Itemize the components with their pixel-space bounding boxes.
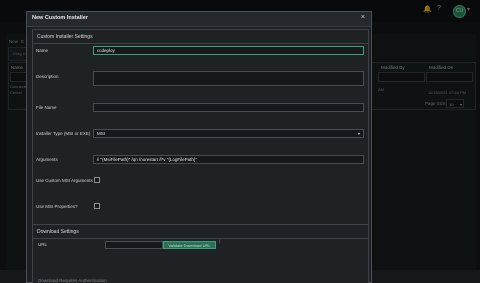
section-divider — [33, 43, 368, 44]
section-title: Custom Installer Settings — [37, 34, 93, 40]
msi-properties-checkbox[interactable] — [94, 203, 100, 209]
download-auth-label: Download Requires Authentication — [38, 278, 107, 283]
custom-msi-arguments-label: Use Custom MSI Arguments — [36, 178, 93, 183]
installer-type-select[interactable]: MSI ▾ — [93, 129, 364, 138]
download-settings-section: Download Settings URL Validate Download … — [32, 224, 369, 283]
description-label: Description — [36, 74, 59, 79]
msi-properties-label: Use MSI Properties? — [36, 204, 78, 209]
custom-installer-settings-section: Custom Installer Settings Name ccdeploy … — [32, 29, 369, 227]
close-icon[interactable]: × — [361, 14, 365, 21]
modal-title: New Custom Installer — [32, 15, 88, 21]
name-label: Name — [36, 48, 49, 53]
new-custom-installer-modal: New Custom Installer × Custom Installer … — [26, 11, 372, 283]
required-indicator: ! — [219, 240, 221, 246]
chevron-down-icon: ▾ — [357, 131, 360, 136]
section-title: Download Settings — [37, 229, 79, 235]
validate-url-button[interactable]: Validate Download URL — [163, 241, 216, 249]
file-name-label: File Name — [36, 105, 57, 110]
arguments-input[interactable]: /i "{MsiFilePath}" /qn /norestart /l*v "… — [93, 155, 364, 164]
url-label: URL — [38, 242, 48, 247]
section-divider — [33, 238, 368, 239]
description-textarea[interactable] — [93, 71, 364, 86]
file-name-input[interactable] — [93, 103, 364, 112]
custom-msi-arguments-checkbox[interactable] — [94, 177, 100, 183]
modal-header: New Custom Installer × — [27, 12, 371, 27]
installer-type-label: Installer Type (MSI or EXE) — [36, 131, 91, 136]
url-input[interactable] — [105, 241, 163, 249]
name-input[interactable]: ccdeploy — [93, 46, 364, 55]
arguments-label: Arguments — [36, 157, 58, 162]
